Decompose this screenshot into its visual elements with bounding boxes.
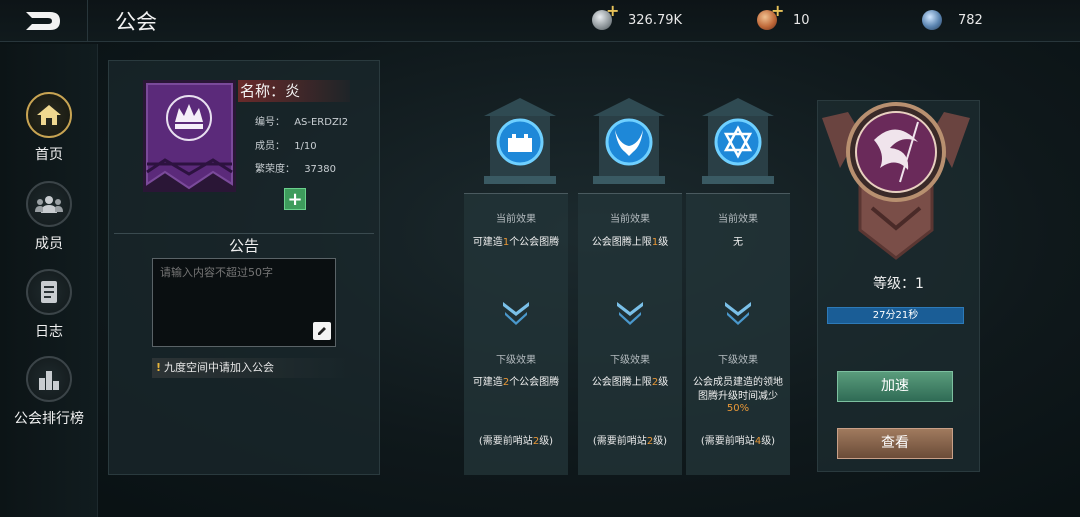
guild-members-label: 成员：	[255, 141, 285, 152]
next-effect-percent: 50%	[726, 403, 750, 414]
flame-shrine-icon[interactable]	[589, 96, 669, 188]
add-member-button[interactable]: +	[284, 188, 306, 210]
sidebar-item-label: 公会排行榜	[14, 411, 84, 427]
requirement-text: (需要前哨站4级)	[700, 436, 776, 447]
next-effect-label: 下级效果	[610, 355, 650, 366]
requirement-text: (需要前哨站2级)	[592, 436, 668, 447]
effect-column-castle: 当前效果 可建造1个公会图腾 下级效果 可建造2个公会图腾 (需要前哨站2级)	[464, 193, 568, 475]
notice-divider	[114, 233, 374, 234]
page-title: 公会	[115, 10, 157, 34]
current-effect-text: 公会图腾上限1级	[591, 237, 669, 248]
view-button[interactable]: 查看	[837, 428, 953, 459]
next-effect-text: 公会成员建造的领地图腾升级时间减少	[693, 377, 783, 402]
guild-prosperity-label: 繁荣度：	[255, 164, 295, 175]
pencil-icon	[318, 327, 326, 335]
crystal-value: 782	[958, 12, 983, 28]
current-effect-label: 当前效果	[610, 214, 650, 225]
guild-id-value: AS-ERDZI2	[294, 117, 349, 128]
level-text: 等级：1	[873, 276, 924, 292]
silver-value: 326.79K	[628, 12, 683, 28]
silver-coin-icon: +	[592, 1, 619, 30]
guild-id-label: 编号：	[255, 117, 285, 128]
sidebar-item-members[interactable]: 成员	[0, 181, 98, 253]
notice-input[interactable]	[152, 258, 336, 347]
upgrade-timer: 27分21秒	[827, 307, 964, 324]
effect-column-flame: 当前效果 公会图腾上限1级 下级效果 公会图腾上限2级 (需要前哨站2级)	[578, 193, 682, 475]
log-icon	[41, 281, 57, 303]
next-effect-text: 可建造2个公会图腾	[472, 377, 560, 388]
castle-shrine-icon[interactable]	[480, 96, 560, 188]
guild-prosperity-value: 37380	[304, 164, 336, 175]
sidebar-item-label: 日志	[35, 324, 63, 340]
join-hint: ! 九度空间中请加入公会	[152, 358, 352, 378]
notice-title: 公告	[228, 237, 259, 255]
current-effect-label: 当前效果	[496, 214, 536, 225]
home-icon	[37, 105, 61, 125]
current-effect-text: 可建造1个公会图腾	[472, 237, 560, 248]
hexagram-shrine-icon[interactable]	[698, 96, 778, 188]
back-arrow-icon	[25, 12, 60, 30]
add-silver-icon[interactable]: +	[606, 1, 619, 20]
edit-notice-button[interactable]	[313, 322, 331, 340]
chevron-down-icon	[617, 302, 643, 325]
effect-column-hexagram: 当前效果 无 下级效果 公会成员建造的领地图腾升级时间减少 50% (需要前哨站…	[686, 193, 790, 475]
add-token-icon[interactable]: +	[771, 1, 784, 20]
ranking-icon	[39, 371, 59, 390]
plus-icon: +	[287, 188, 303, 210]
chevron-down-icon	[725, 302, 751, 325]
guild-members-value: 1/10	[294, 141, 317, 152]
warning-icon: !	[156, 361, 162, 374]
requirement-text: (需要前哨站2级)	[478, 436, 554, 447]
sidebar-item-home[interactable]: 首页	[0, 92, 98, 164]
silver-resource[interactable]: + 326.79K	[592, 1, 683, 30]
sidebar-item-log[interactable]: 日志	[0, 269, 98, 341]
next-effect-label: 下级效果	[718, 355, 758, 366]
guild-name: 名称：炎	[238, 80, 350, 102]
next-effect-label: 下级效果	[496, 355, 536, 366]
chevron-down-icon	[503, 302, 529, 325]
sidebar-item-label: 首页	[35, 147, 63, 163]
guild-emblem-icon	[822, 102, 970, 260]
sidebar-item-label: 成员	[35, 236, 63, 252]
token-value: 10	[793, 12, 810, 28]
next-effect-text: 公会图腾上限2级	[591, 377, 669, 388]
crystal-resource[interactable]: 782	[922, 10, 983, 30]
current-effect-label: 当前效果	[718, 214, 758, 225]
current-effect-text: 无	[733, 237, 743, 248]
bronze-token-icon: +	[757, 1, 784, 30]
token-resource[interactable]: + 10	[757, 1, 810, 30]
crystal-orb-icon	[922, 10, 942, 30]
sidebar-item-ranking[interactable]: 公会排行榜	[0, 356, 98, 428]
hint-text: 九度空间中请加入公会	[164, 361, 275, 374]
back-button[interactable]	[0, 0, 88, 42]
speed-up-button[interactable]: 加速	[837, 371, 953, 402]
guild-banner-icon[interactable]	[143, 80, 236, 192]
members-icon	[35, 196, 63, 213]
top-bar	[0, 0, 1080, 42]
